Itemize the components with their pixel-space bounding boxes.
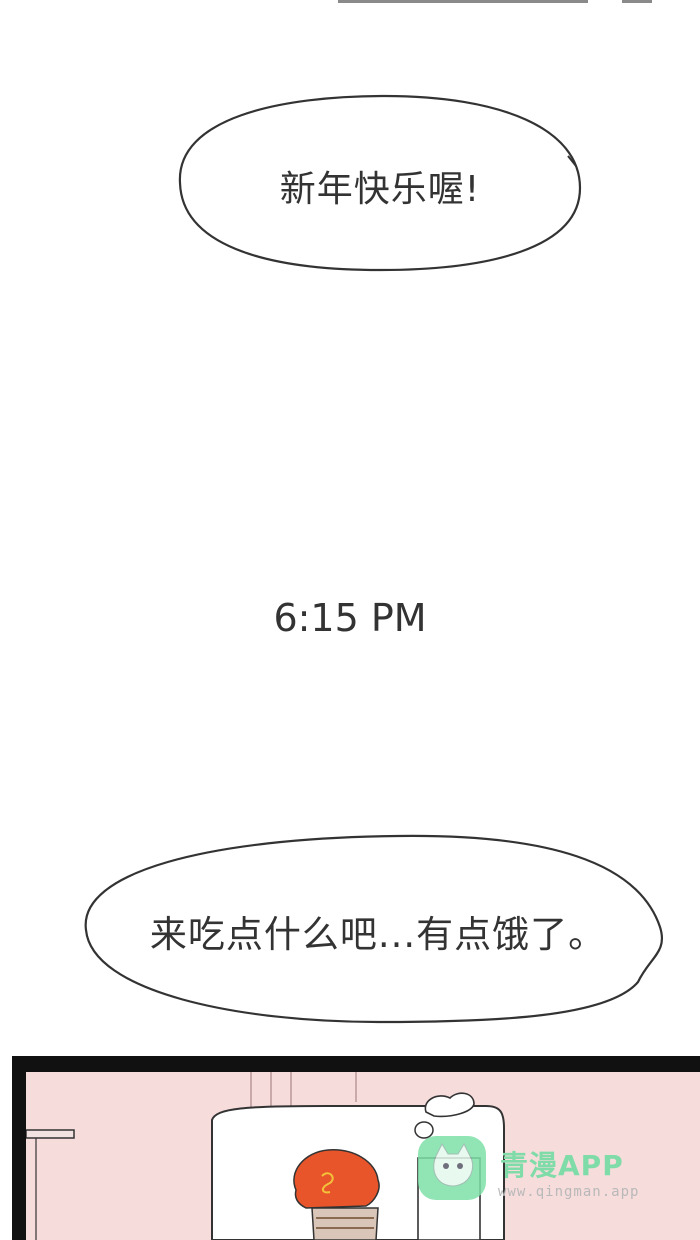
- watermark-url: www.qingman.app: [498, 1184, 640, 1200]
- speech-bubble-greeting: 新年快乐喔!: [170, 88, 590, 278]
- top-edge-line-2: [622, 0, 652, 3]
- top-edge-line: [338, 0, 588, 3]
- bubble-text-greeting: 新年快乐喔!: [279, 169, 481, 210]
- cat-logo-icon: [418, 1136, 486, 1200]
- watermark: 青漫APP www.qingman.app: [418, 1136, 658, 1206]
- bubble-text-hungry: 来吃点什么吧...有点饿了。: [149, 913, 607, 956]
- watermark-title: 青漫APP: [500, 1149, 624, 1182]
- speech-bubble-hungry: 来吃点什么吧...有点饿了。: [78, 832, 668, 1027]
- time-caption: 6:15 PM: [273, 596, 427, 640]
